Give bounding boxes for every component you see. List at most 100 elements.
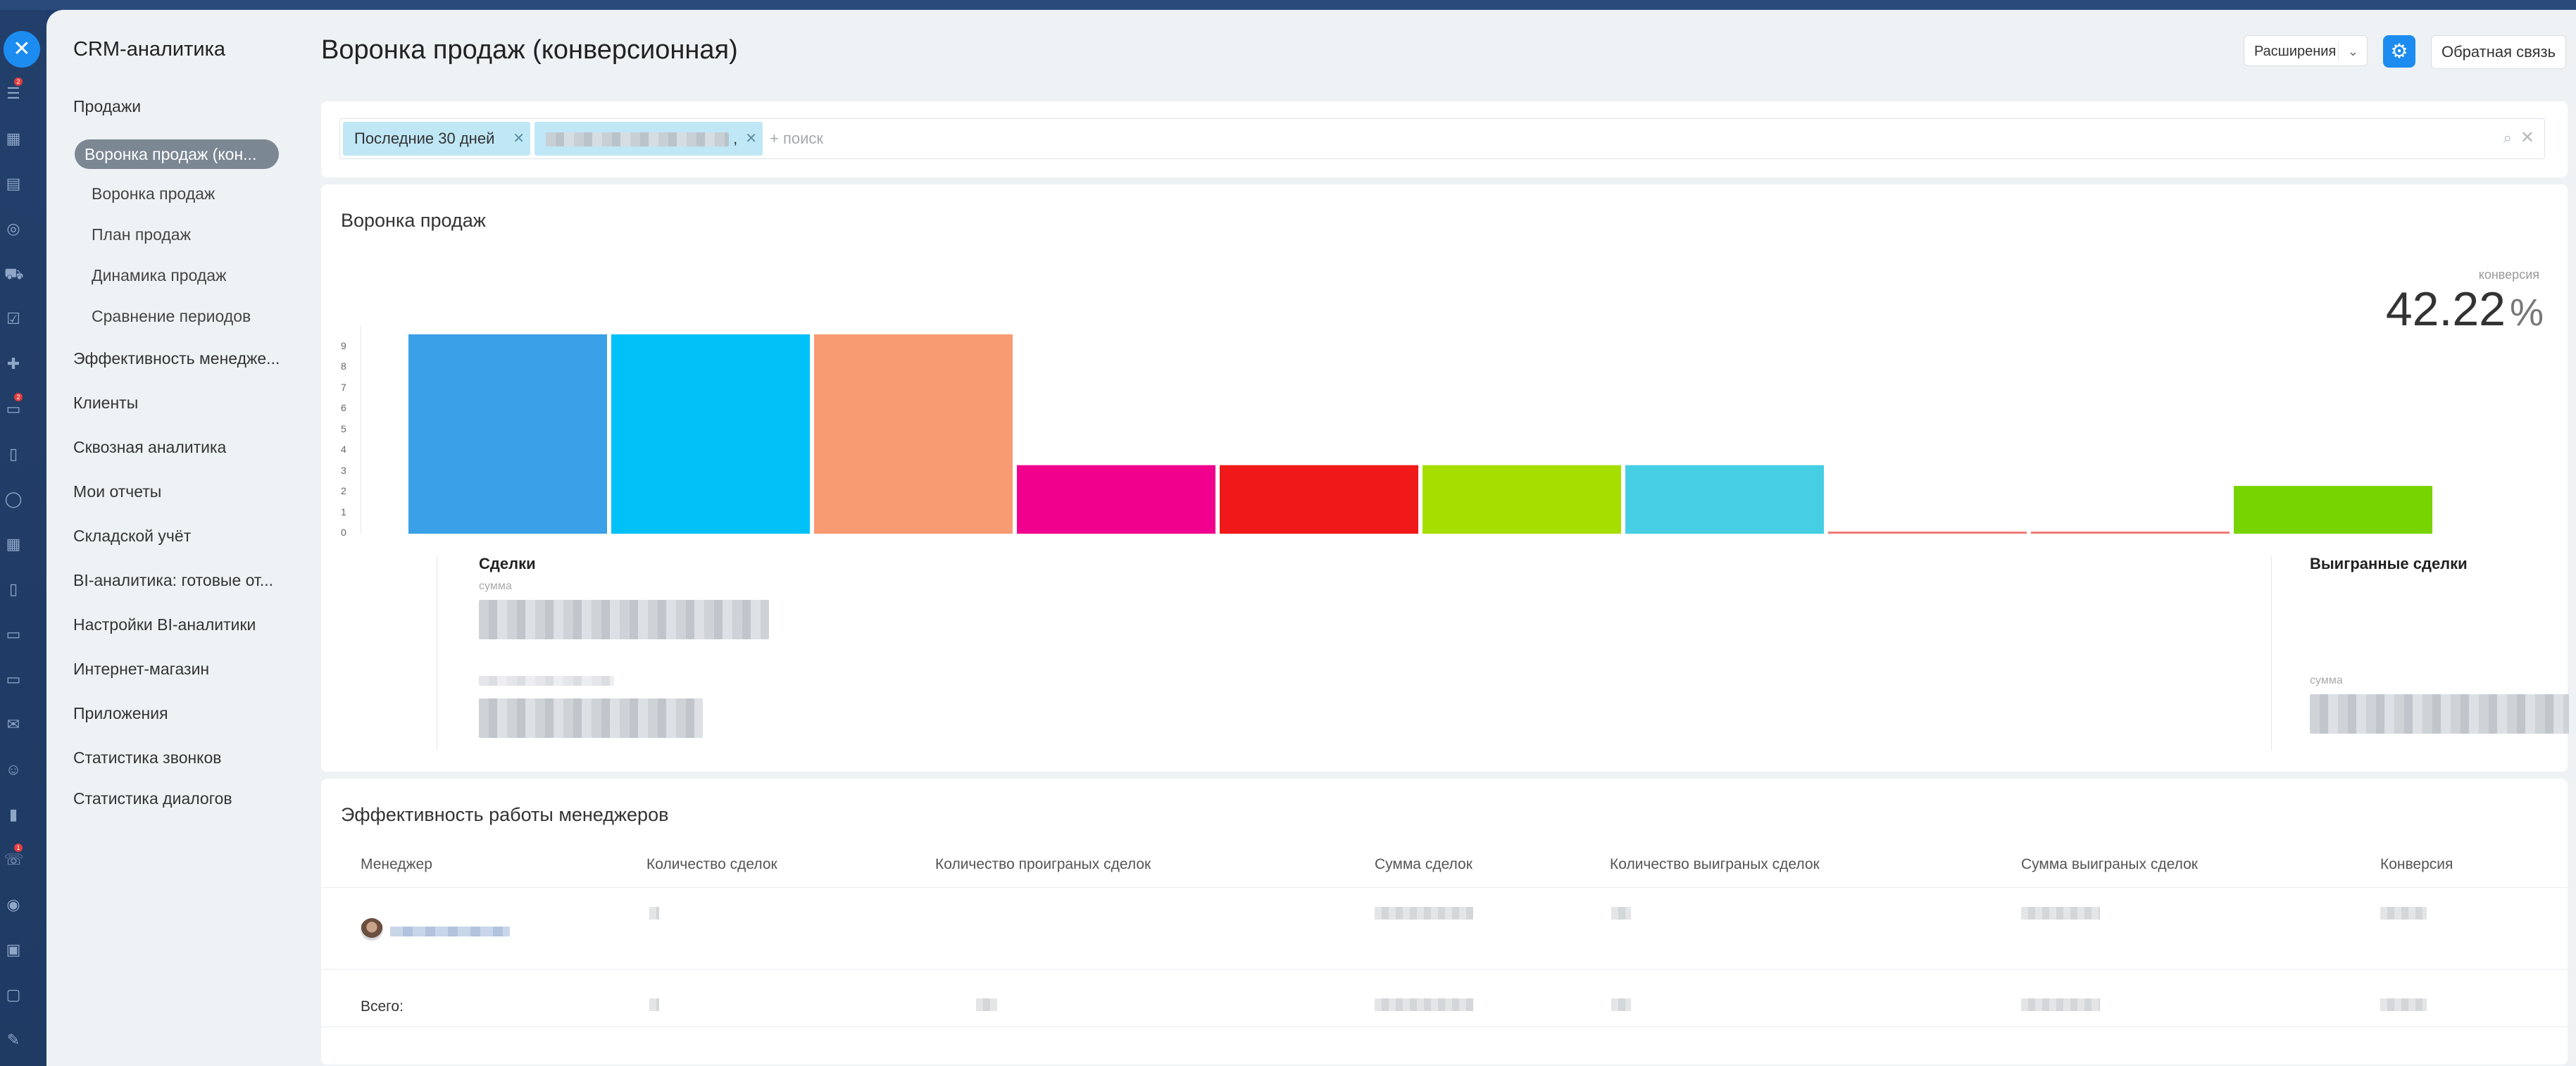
sidebar-item-warehouse[interactable]: Складской учёт bbox=[73, 527, 191, 546]
y-tick-label: 1 bbox=[341, 506, 346, 518]
filter-chip-period[interactable]: Последние 30 дней ✕ bbox=[343, 122, 530, 156]
redacted-text bbox=[649, 998, 659, 1011]
telephony-icon[interactable]: ☏ bbox=[4, 851, 24, 869]
won-deals-title: Выигранные сделки bbox=[2310, 555, 2468, 572]
note-icon[interactable]: ▯ bbox=[4, 580, 23, 598]
feedback-button[interactable]: Обратная связь bbox=[2431, 35, 2566, 69]
cart-icon[interactable]: ⛟ bbox=[4, 265, 24, 283]
close-icon[interactable]: ✕ bbox=[513, 122, 525, 156]
card-icon[interactable]: ▭ bbox=[4, 670, 23, 689]
managers-card: Эффективность работы менеджеров Менеджер… bbox=[321, 779, 2568, 1065]
top-strip bbox=[0, 0, 2576, 10]
inbox-icon[interactable]: ▤ bbox=[4, 175, 23, 193]
funnel-bar[interactable] bbox=[611, 334, 810, 534]
sidebar-item-bi-reports[interactable]: BI-аналитика: готовые от... bbox=[73, 571, 273, 590]
column-deals-count[interactable]: Количество сделок bbox=[646, 856, 777, 873]
document-icon[interactable]: ▯ bbox=[4, 445, 23, 463]
calendar2-icon[interactable]: ▦ bbox=[4, 535, 23, 553]
avatar[interactable] bbox=[361, 918, 383, 941]
filter-panel: Последние 30 дней ✕ , ✕ + поиск ⌕ ✕ bbox=[321, 101, 2568, 177]
sidebar-item-apps[interactable]: Приложения bbox=[73, 704, 168, 723]
y-tick-label: 3 bbox=[341, 464, 346, 476]
redacted-text bbox=[479, 600, 769, 639]
redacted-text bbox=[1611, 907, 1631, 920]
column-manager[interactable]: Менеджер bbox=[361, 856, 432, 873]
column-lost-deals[interactable]: Количество проиграных сделок bbox=[935, 856, 1151, 873]
y-tick-label: 0 bbox=[341, 527, 346, 538]
target-icon[interactable]: ◎ bbox=[4, 220, 23, 238]
filter-chip-tail: , bbox=[733, 130, 738, 147]
sidebar-item-sales-funnel[interactable]: Воронка продаж bbox=[92, 184, 215, 203]
search-icon[interactable]: ⌕ bbox=[2503, 129, 2512, 147]
mail-icon[interactable]: ✉ bbox=[4, 715, 23, 734]
sidebar-item-sales-plan[interactable]: План продаж bbox=[92, 225, 191, 244]
redacted-text bbox=[479, 676, 614, 686]
market-icon[interactable]: ▢ bbox=[4, 986, 23, 1004]
sidebar-item-sales-dynamics[interactable]: Динамика продаж bbox=[92, 266, 226, 285]
funnel-bar[interactable] bbox=[2031, 532, 2230, 534]
extensions-button[interactable]: Расширения ⌄ bbox=[2244, 35, 2368, 66]
sidebar-item-clients[interactable]: Клиенты bbox=[73, 394, 138, 413]
circle-icon[interactable]: ◯ bbox=[4, 490, 23, 508]
deals-sum-label: сумма bbox=[479, 580, 512, 592]
managers-title: Эффективность работы менеджеров bbox=[341, 804, 669, 825]
sidebar-item-my-reports[interactable]: Мои отчеты bbox=[73, 482, 161, 501]
sidebar-item-sales[interactable]: Продажи bbox=[73, 97, 141, 116]
funnel-bar[interactable] bbox=[1423, 465, 1621, 534]
sidebar-item-period-compare[interactable]: Сравнение периодов bbox=[92, 307, 251, 326]
sidebar-item-end-to-end[interactable]: Сквозная аналитика bbox=[73, 438, 226, 457]
funnel-bar[interactable] bbox=[2234, 486, 2432, 534]
y-axis: 0 1 2 3 4 5 6 7 8 9 bbox=[341, 325, 355, 539]
monitor-icon[interactable]: ▭ bbox=[4, 625, 23, 644]
sidebar: CRM-аналитика Продажи Воронка продаж (ко… bbox=[46, 10, 314, 1066]
sidebar-item-call-stats[interactable]: Статистика звонков bbox=[73, 748, 222, 767]
close-icon[interactable]: ✕ bbox=[4, 31, 40, 68]
page-title: Воронка продаж (конверсионная) bbox=[321, 35, 738, 65]
sidebar-item-dialog-stats[interactable]: Статистика диалогов bbox=[73, 789, 232, 808]
sidebar-item-conversion-funnel[interactable]: Воронка продаж (кон... bbox=[75, 139, 279, 169]
close-icon[interactable]: ✕ bbox=[745, 122, 757, 156]
analytics-icon[interactable]: ▮ bbox=[4, 805, 23, 824]
filter-chip-period-label: Последние 30 дней bbox=[354, 130, 495, 147]
chat-icon[interactable]: ▭ bbox=[4, 400, 23, 418]
app-panel: CRM-аналитика Продажи Воронка продаж (ко… bbox=[46, 10, 2576, 1066]
sidebar-item-bi-settings[interactable]: Настройки BI-аналитики bbox=[73, 615, 256, 634]
box-icon[interactable]: ▣ bbox=[4, 941, 23, 959]
puzzle-icon[interactable]: ✚ bbox=[4, 355, 23, 373]
column-deals-sum[interactable]: Сумма сделок bbox=[1375, 856, 1473, 873]
total-label: Всего: bbox=[361, 998, 404, 1015]
sign-icon[interactable]: ✎ bbox=[4, 1031, 23, 1049]
funnel-bar[interactable] bbox=[1625, 465, 1824, 534]
redacted-text bbox=[2021, 998, 2100, 1011]
filter-search-field[interactable]: Последние 30 дней ✕ , ✕ + поиск ⌕ ✕ bbox=[339, 118, 2545, 159]
robot-icon[interactable]: ◉ bbox=[4, 896, 23, 914]
contacts-icon[interactable]: ☺ bbox=[4, 760, 23, 779]
y-tick-label: 9 bbox=[341, 339, 346, 351]
calendar-icon[interactable]: ▦ bbox=[4, 130, 23, 148]
redacted-text bbox=[2021, 907, 2100, 920]
funnel-bar[interactable] bbox=[1220, 465, 1418, 534]
y-tick-label: 4 bbox=[341, 444, 346, 455]
sidebar-item-eshop[interactable]: Интернет-магазин bbox=[73, 660, 209, 679]
funnel-bar[interactable] bbox=[408, 334, 607, 534]
clear-icon[interactable]: ✕ bbox=[2520, 127, 2534, 148]
manager-name-redacted[interactable] bbox=[390, 927, 510, 936]
funnel-bar[interactable] bbox=[814, 334, 1013, 534]
funnel-bar[interactable] bbox=[1828, 532, 2027, 534]
funnel-bar[interactable] bbox=[1017, 465, 1215, 534]
divider bbox=[2338, 42, 2339, 61]
column-won-sum[interactable]: Сумма выиграных сделок bbox=[2021, 856, 2198, 873]
filter-icon[interactable]: ☰ bbox=[4, 84, 23, 103]
column-won-deals[interactable]: Количество выиграных сделок bbox=[1610, 856, 1820, 873]
filter-badge: 2 bbox=[14, 77, 23, 86]
filter-chip-hidden[interactable]: , ✕ bbox=[534, 122, 763, 156]
divider bbox=[321, 887, 2568, 888]
column-conversion[interactable]: Конверсия bbox=[2380, 856, 2453, 873]
redacted-text bbox=[2380, 907, 2427, 920]
gear-icon[interactable]: ⚙ bbox=[2383, 35, 2415, 68]
search-placeholder[interactable]: + поиск bbox=[770, 119, 823, 158]
checklist-icon[interactable]: ☑ bbox=[4, 310, 23, 328]
telephony-badge: 1 bbox=[14, 844, 23, 852]
left-rail: ✕ ☰ ▦ ▤ ◎ ⛟ ☑ ✚ ▭ ▯ ◯ ▦ ▯ ▭ ▭ ✉ ☺ ▮ ☏ ◉ ▣ ▢ ✎ 2 2 1 bbox=[0, 0, 2576, 1066]
sidebar-item-manager-efficiency[interactable]: Эффективность менедже... bbox=[73, 349, 280, 368]
